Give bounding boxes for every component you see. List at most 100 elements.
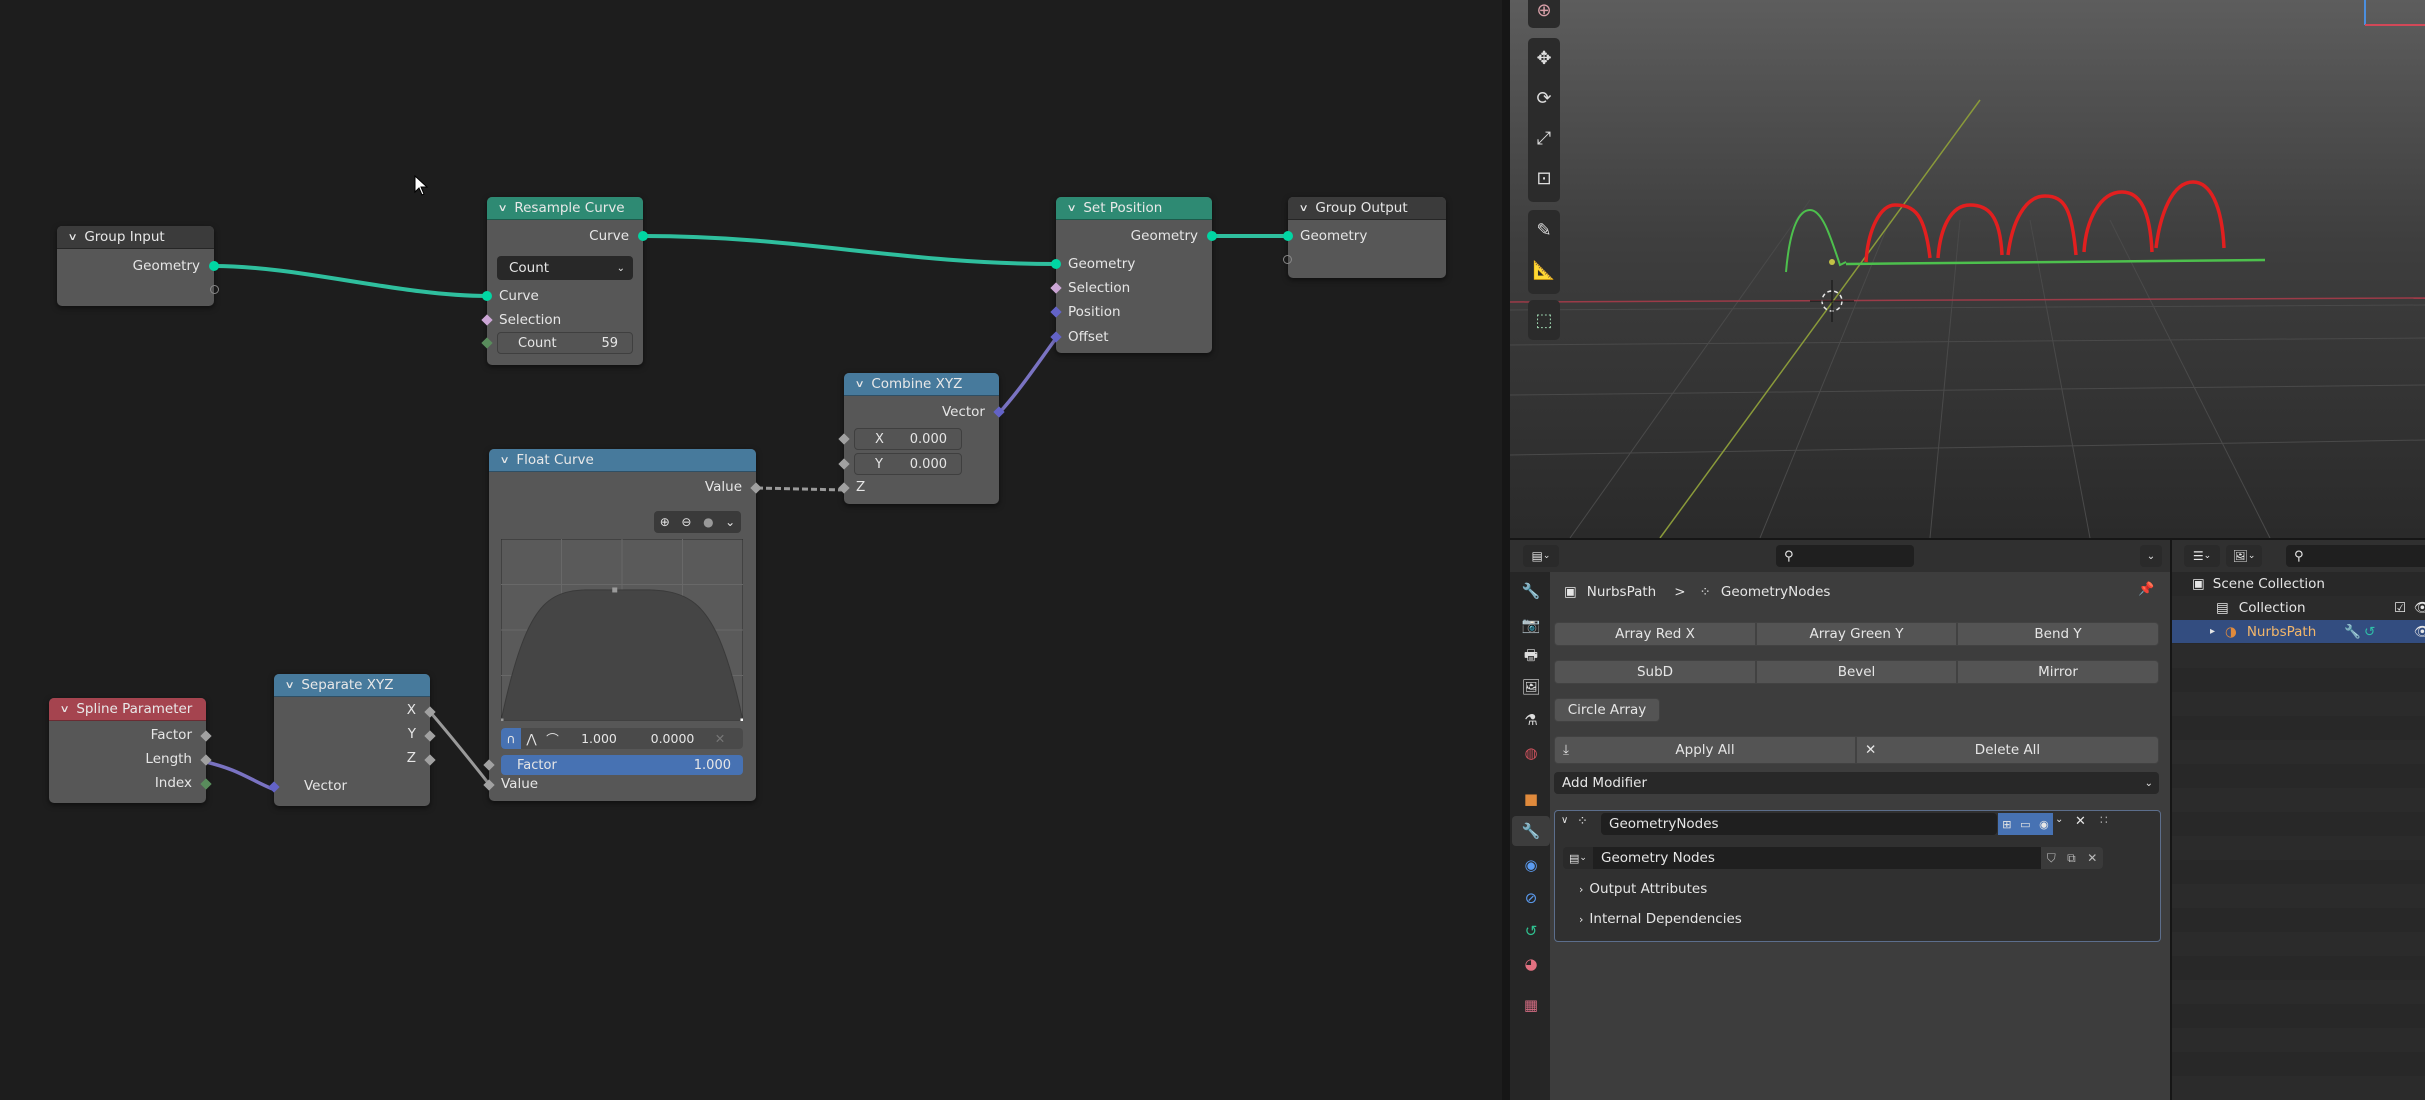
collapse-icon[interactable]: ∨ (498, 203, 508, 214)
outliner-search[interactable]: ⚲ (2286, 545, 2425, 567)
drag-handle-icon[interactable]: ∷ (2100, 813, 2108, 827)
curve-control-point[interactable] (740, 718, 744, 722)
socket-empty-in[interactable] (1283, 255, 1292, 264)
add-modifier-dropdown[interactable]: Add Modifier ⌄ (1554, 772, 2159, 794)
node-header[interactable]: ∨ Separate XYZ (274, 674, 430, 697)
node-float-curve[interactable]: ∨ Float Curve Value ⊕ ⊖ ● ⌄ ∩ ⋀ ⌒ 1.000 0.00… (483, 449, 762, 801)
node-header[interactable]: ∨ Group Output (1288, 197, 1446, 220)
curve-control-point[interactable] (501, 718, 504, 722)
node-combine-xyz[interactable]: ∨ Combine XYZ Vector X 0.000 Y 0.000 Z (838, 373, 1005, 504)
tab-modifiers[interactable]: 🔧 (1512, 816, 1550, 846)
node-header[interactable]: ∨ Resample Curve (487, 197, 643, 220)
scale-tool-icon[interactable]: ⤢ (1528, 118, 1560, 158)
count-field[interactable]: Count 59 (497, 332, 633, 354)
output-attributes-panel[interactable]: › Output Attributes (1579, 881, 1707, 897)
zoom-in-icon[interactable]: ⊕ (660, 515, 670, 529)
tab-world[interactable]: ◍ (1516, 738, 1546, 768)
node-header[interactable]: ∨ Float Curve (489, 449, 756, 472)
delete-point-icon[interactable]: ✕ (710, 731, 730, 746)
render-camera-icon[interactable]: ◉ (2039, 818, 2049, 831)
apply-all-button[interactable]: ⤓ Apply All (1554, 736, 1856, 764)
node-separate-xyz[interactable]: ∨ Separate XYZ X Y Z Vector (268, 674, 436, 806)
collapse-icon[interactable]: ∨ (60, 704, 70, 715)
array-red-x-button[interactable]: Array Red X (1554, 622, 1756, 646)
outliner-item-nurbspath[interactable]: ▸ ◑ NurbsPath 🔧 ↺ 👁 (2172, 620, 2425, 643)
tab-output[interactable]: 🖶 (1516, 642, 1546, 672)
tab-physics[interactable]: ⊘ (1516, 883, 1546, 913)
search-input[interactable] (1793, 547, 1898, 565)
node-group-field[interactable]: Geometry Nodes (1593, 847, 2041, 869)
properties-search[interactable]: ⚲ (1776, 545, 1914, 567)
node-spline-parameter[interactable]: ∨ Spline Parameter Factor Length Index (49, 698, 212, 803)
eye-icon[interactable]: 👁 (2414, 600, 2425, 616)
socket-curve-out[interactable] (638, 231, 648, 241)
modifier-name-field[interactable]: GeometryNodes (1601, 813, 1997, 835)
display-mode-dropdown[interactable]: ☰ ⌄ (2184, 545, 2220, 567)
area-divider[interactable] (1502, 0, 1510, 1100)
node-group-output[interactable]: ∨ Group Output Geometry (1283, 197, 1446, 278)
zoom-out-icon[interactable]: ⊖ (681, 515, 691, 529)
pin-icon[interactable]: 📌 (2138, 582, 2154, 597)
node-group-input[interactable]: ∨ Group Input Geometry (57, 226, 219, 306)
factor-slider[interactable]: Factor 1.000 (501, 755, 743, 775)
tab-object-data[interactable]: ↺ (1516, 916, 1546, 946)
clipping-icon[interactable]: ● (703, 515, 713, 529)
tab-view-layer[interactable]: 🖼 (1516, 672, 1546, 702)
outliner-item-scene-collection[interactable]: ▣ Scene Collection (2178, 572, 2425, 595)
node-set-position[interactable]: ∨ Set Position Geometry Geometry Selectio… (1050, 197, 1217, 353)
fake-user-shield-icon[interactable]: ⛉ (2047, 851, 2056, 866)
tab-material[interactable]: ◕ (1516, 949, 1546, 979)
modifier-wrench-icon[interactable]: 🔧 (2344, 624, 2361, 640)
auto-clamped-handle-icon[interactable]: ⌒ (542, 729, 563, 748)
node-group-browse[interactable]: ▤ ⌄ (1563, 847, 1593, 869)
collapse-icon[interactable]: ∨ (1299, 203, 1309, 214)
vector-handle-icon[interactable]: ⋀ (521, 731, 542, 746)
curve-data-icon[interactable]: ↺ (2364, 624, 2375, 640)
tab-tool[interactable]: 🔧 (1516, 576, 1546, 606)
checkbox-icon[interactable]: ☑ (2394, 600, 2406, 616)
subd-button[interactable]: SubD (1554, 660, 1756, 684)
socket-geometry-in[interactable] (1051, 259, 1061, 269)
tab-scene[interactable]: ⚗ (1516, 705, 1546, 735)
chevron-down-icon[interactable]: ⌄ (725, 515, 735, 529)
socket-curve-in[interactable] (482, 291, 492, 301)
tab-render[interactable]: 📷 (1516, 610, 1546, 640)
duplicate-icon[interactable]: ⧉ (2067, 851, 2076, 866)
unlink-icon[interactable]: ✕ (2087, 851, 2097, 865)
rotate-tool-icon[interactable]: ⟳ (1528, 78, 1560, 118)
3d-viewport[interactable]: ⊕ ✥ ⟳ ⤢ ⊡ ✎ 📐 ⬚ (1510, 0, 2425, 538)
node-header[interactable]: ∨ Combine XYZ (844, 373, 999, 396)
edit-mode-icon[interactable]: ⊞ (2002, 818, 2011, 831)
tab-object[interactable]: ■ (1516, 784, 1546, 814)
node-resample-curve[interactable]: ∨ Resample Curve Curve Count ⌄ Curve Selec… (481, 197, 648, 365)
array-green-y-button[interactable]: Array Green Y (1756, 622, 1957, 646)
node-editor[interactable]: ∨ Group Input Geometry ∨ Resample Curve Cu… (0, 0, 1502, 1100)
tab-particles[interactable]: ◉ (1516, 850, 1546, 880)
delete-all-button[interactable]: ✕ Delete All (1856, 736, 2159, 764)
socket-geometry-out[interactable] (1207, 231, 1217, 241)
collapse-icon[interactable]: ∨ (1067, 203, 1077, 214)
auto-handle-icon[interactable]: ∩ (501, 728, 521, 749)
remove-modifier-icon[interactable]: ✕ (2075, 814, 2086, 829)
mode-dropdown[interactable]: Count ⌄ (497, 256, 633, 280)
collapse-icon[interactable]: ∨ (855, 379, 865, 390)
point-y-field[interactable]: 0.0000 (635, 731, 710, 746)
circle-array-button[interactable]: Circle Array (1554, 698, 1660, 722)
transform-tool-icon[interactable]: ⊡ (1528, 158, 1560, 198)
add-cube-tool-icon[interactable]: ⬚ (1528, 300, 1560, 340)
socket-geometry-out[interactable] (209, 261, 219, 271)
move-tool-icon[interactable]: ✥ (1528, 38, 1560, 78)
collapse-icon[interactable]: ∨ (1561, 815, 1568, 826)
internal-dependencies-panel[interactable]: › Internal Dependencies (1579, 911, 1742, 927)
chevron-down-icon[interactable]: ⌄ (2055, 814, 2063, 825)
cursor-tool-icon[interactable]: ⊕ (1528, 0, 1560, 28)
options-dropdown[interactable]: ⌄ (2140, 545, 2162, 567)
collapse-icon[interactable]: ∨ (285, 680, 295, 691)
x-field[interactable]: X 0.000 (854, 428, 962, 450)
viewport-display-icon[interactable]: ▭ (2020, 818, 2030, 831)
eye-icon[interactable]: 👁 (2414, 624, 2425, 640)
bevel-button[interactable]: Bevel (1756, 660, 1957, 684)
point-x-field[interactable]: 1.000 (563, 731, 635, 746)
search-input[interactable] (2303, 547, 2408, 565)
collapse-icon[interactable]: ∨ (68, 232, 78, 243)
